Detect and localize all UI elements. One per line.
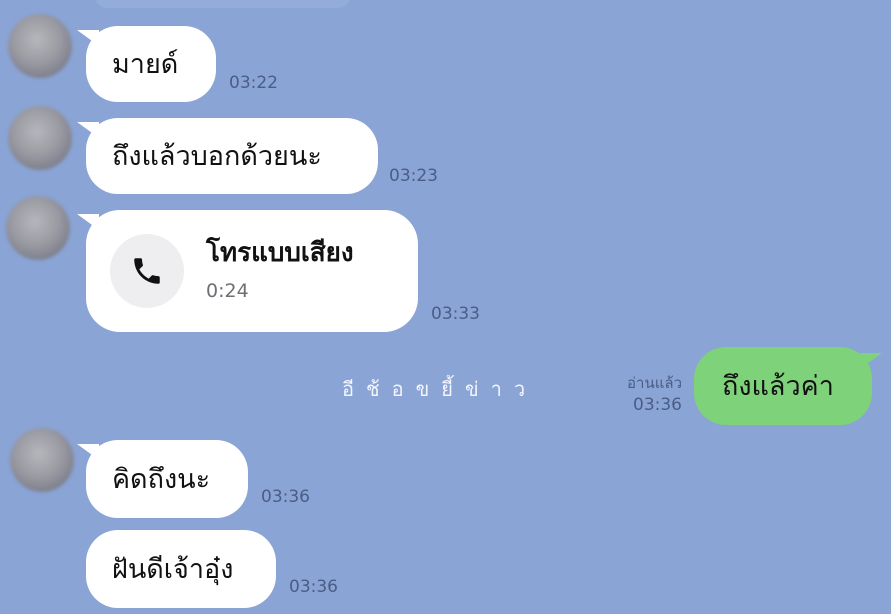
message-text: ฝันดีเจ้าอุ๋ง [112, 553, 234, 585]
contact-avatar[interactable] [8, 14, 72, 78]
message-bubble[interactable]: ฝันดีเจ้าอุ๋ง [86, 530, 276, 608]
call-duration: 0:24 [206, 280, 249, 302]
message-time: 03:36 [289, 577, 338, 597]
message-time: 03:36 [633, 395, 682, 415]
message-bubble[interactable]: คิดถึงนะ [77, 440, 248, 518]
phone-icon [110, 234, 184, 308]
message-text: ถึงแล้วค่า [722, 370, 834, 402]
read-receipt: อ่านแล้ว 03:36 [596, 372, 682, 416]
message-text: ถึงแล้วบอกด้วยนะ [112, 140, 322, 172]
call-type-label: โทรแบบเสียง [206, 238, 354, 268]
read-label: อ่านแล้ว [627, 374, 682, 392]
contact-avatar[interactable] [8, 106, 72, 170]
message-text: มายด์ [112, 48, 179, 80]
contact-avatar[interactable] [6, 196, 70, 260]
message-time: 03:36 [261, 487, 310, 507]
message-bubble[interactable]: มายด์ [77, 26, 216, 102]
voice-call-card[interactable]: โทรแบบเสียง 0:24 [77, 210, 418, 332]
message-text: คิดถึงนะ [112, 463, 211, 495]
contact-avatar[interactable] [10, 428, 74, 492]
previous-message-edge [95, 0, 350, 8]
message-time: 03:22 [229, 73, 278, 93]
message-bubble[interactable]: ถึงแล้วบอกด้วยนะ [77, 118, 378, 194]
message-time: 03:33 [431, 304, 480, 324]
sent-message-bubble[interactable]: ถึงแล้วค่า [694, 347, 882, 425]
message-time: 03:23 [389, 166, 438, 186]
watermark-text: อีช้อขยี้ข่าว [342, 377, 538, 401]
